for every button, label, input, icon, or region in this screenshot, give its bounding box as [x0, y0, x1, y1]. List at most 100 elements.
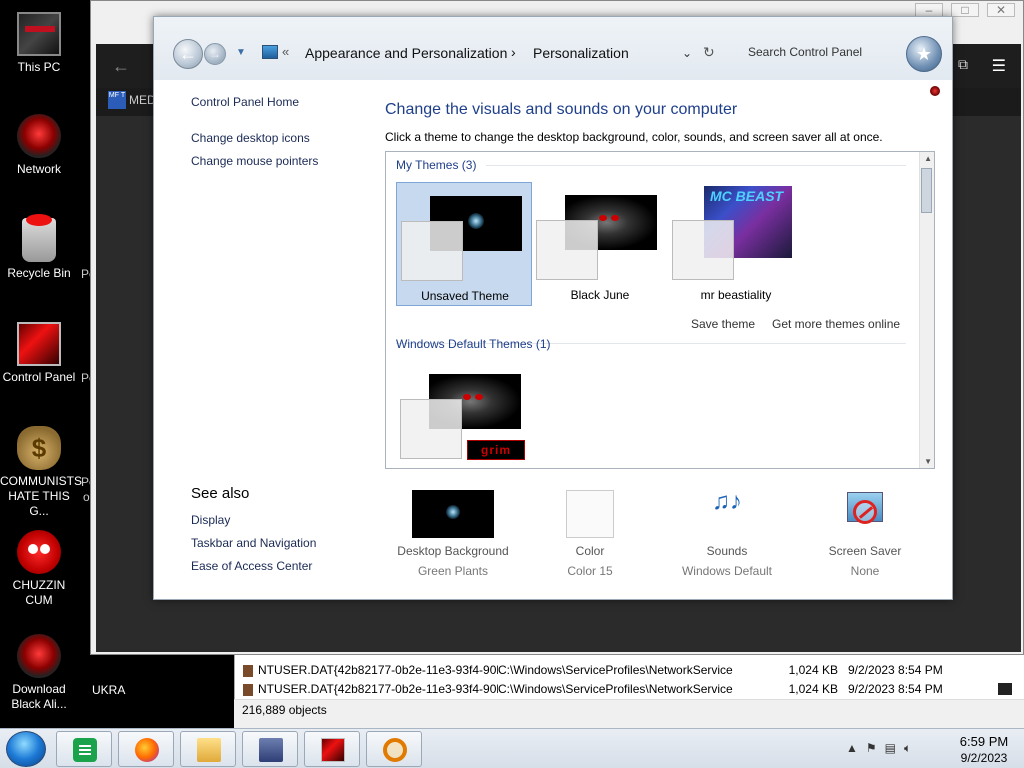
file-icon [243, 664, 253, 677]
theme-name: mr beastiality [700, 288, 772, 302]
scrollbar-thumb[interactable] [921, 168, 932, 213]
taskbar-navigation-link[interactable]: Taskbar and Navigation [191, 536, 316, 550]
maximize-icon[interactable]: □ [951, 3, 979, 17]
control-panel-address-area: ← → ▼ « Appearance and Personalization ›… [154, 17, 952, 80]
firefox-icon [135, 738, 159, 762]
theme-gallery-scrollbar[interactable]: ▲ ▼ [919, 152, 934, 468]
search-input[interactable]: Search Control Panel [748, 45, 862, 59]
setting-label: Color [575, 544, 605, 558]
control-panel-icon [17, 322, 61, 366]
details-view-icon[interactable] [998, 683, 1012, 695]
back-button[interactable]: ← [173, 39, 203, 69]
folder-icon [197, 738, 221, 762]
desktop-icon-label: Network [16, 162, 61, 176]
back-arrow-icon[interactable]: ← [112, 56, 130, 77]
setting-value: Color 15 [567, 564, 613, 578]
star-orb-icon[interactable]: ★ [906, 36, 942, 72]
menu-icon[interactable]: ☰ [992, 56, 1006, 76]
theme-unsaved[interactable]: Unsaved Theme [396, 182, 532, 306]
theme-name: Unsaved Theme [421, 289, 509, 303]
taskbar-firefox[interactable] [118, 731, 174, 767]
table-row[interactable]: NTUSER.DAT{42b82177-0b2e-11e3-93f4-90b..… [243, 682, 1003, 699]
file-size: 1,024 KB [788, 682, 838, 696]
setting-label: Sounds [706, 544, 748, 558]
save-theme-link[interactable]: Save theme [691, 317, 755, 331]
color-setting[interactable]: Color Color 15 [522, 490, 658, 578]
screen-saver-setting[interactable]: Screen Saver None [797, 490, 933, 578]
breadcrumb-separator[interactable]: › [511, 44, 516, 60]
no-symbol-icon [853, 500, 877, 524]
file-name: NTUSER.DAT{42b82177-0b2e-11e3-93f4-90b..… [258, 663, 498, 677]
default-themes-header: Windows Default Themes (1) [396, 337, 551, 351]
user-avatar[interactable] [930, 86, 940, 96]
forms-icon [73, 738, 97, 762]
chuzzle-icon [17, 530, 61, 574]
clock-time[interactable]: 6:59 PM [954, 734, 1014, 749]
theme-window-preview [401, 221, 463, 281]
address-dropdown-chevron-icon[interactable]: ⌄ [682, 46, 692, 60]
action-center-flag-icon[interactable]: ⚑ [866, 741, 877, 756]
clock-date[interactable]: 9/2/2023 [954, 751, 1014, 765]
breadcrumb-personalization[interactable]: Personalization [533, 45, 629, 61]
desktop-icon-communists[interactable]: $ COMMUNISTS HATE THIS G... [0, 426, 82, 519]
this-pc-icon [17, 12, 61, 56]
file-date: 9/2/2023 8:54 PM [848, 663, 943, 677]
sounds-icon: ♫♪ [712, 488, 742, 515]
explorer-status-text: 216,889 objects [242, 703, 327, 717]
desktop-icon-chuzzin[interactable]: CHUZZIN CUM [0, 530, 78, 608]
change-desktop-icons-link[interactable]: Change desktop icons [191, 131, 310, 145]
taskbar-search-app[interactable] [366, 731, 422, 767]
file-path: C:\Windows\ServiceProfiles\NetworkServic… [498, 663, 733, 677]
theme-window-preview [672, 220, 734, 280]
desktop-background-setting[interactable]: Desktop Background Green Plants [385, 490, 521, 578]
taskbar-control-panel[interactable] [304, 731, 360, 767]
refresh-icon[interactable]: ↻ [703, 44, 715, 61]
theme-black-june[interactable]: Black June [532, 182, 668, 306]
sounds-setting[interactable]: ♫♪ Sounds Windows Default [659, 488, 795, 579]
taskbar-file-explorer[interactable] [180, 731, 236, 767]
theme-mr-beastiality[interactable]: MC BEAST mr beastiality [668, 182, 804, 306]
minimize-icon[interactable]: – [915, 3, 943, 17]
desktop-icon-label: Download Black Ali... [11, 682, 67, 711]
start-button[interactable] [6, 731, 46, 767]
desktop-icon-download-black-ali[interactable]: Download Black Ali... [0, 634, 78, 712]
wallpaper-text: MC BEAST [710, 188, 784, 204]
network-icon [17, 114, 61, 158]
taskbar-forms-app[interactable] [56, 731, 112, 767]
tab-favicon: MF T [108, 91, 126, 109]
get-more-themes-link[interactable]: Get more themes online [772, 317, 900, 331]
theme-gallery: My Themes (3) Unsaved Theme Black June M… [385, 151, 935, 469]
breadcrumb-overflow[interactable]: « [282, 44, 289, 59]
display-link[interactable]: Display [191, 513, 230, 527]
forward-button[interactable]: → [204, 43, 226, 65]
see-also-heading: See also [191, 485, 250, 502]
desktop-icon-label: Recycle Bin [7, 266, 71, 280]
table-row[interactable]: NTUSER.DAT{42b82177-0b2e-11e3-93f4-90b..… [243, 663, 1003, 680]
desktop-icon-control-panel[interactable]: Control Panel [0, 322, 78, 385]
file-name: NTUSER.DAT{42b82177-0b2e-11e3-93f4-90b..… [258, 682, 498, 696]
breadcrumb-appearance[interactable]: Appearance and Personalization [305, 45, 507, 61]
desktop-icon-label: CHUZZIN CUM [12, 578, 66, 607]
desktop-icon-recycle-bin[interactable]: Recycle Bin [0, 214, 78, 281]
desktop-icon-this-pc[interactable]: This PC [0, 12, 78, 75]
scroll-up-arrow-icon[interactable]: ▲ [924, 154, 932, 163]
tray-expand-icon[interactable]: ▲ [846, 741, 858, 756]
money-bag-icon: $ [17, 426, 61, 470]
setting-value: None [850, 564, 880, 578]
recent-pages-chevron-icon[interactable]: ▼ [236, 47, 246, 58]
change-mouse-pointers-link[interactable]: Change mouse pointers [191, 154, 318, 168]
desktop-icon-label: COMMUNISTS HATE THIS G... [0, 474, 82, 518]
scroll-down-arrow-icon[interactable]: ▼ [924, 457, 932, 466]
volume-icon[interactable]: 🔈︎ [904, 741, 911, 756]
taskbar-card-app[interactable] [242, 731, 298, 767]
control-panel-home-link[interactable]: Control Panel Home [191, 95, 299, 109]
desktop-icon-label: This PC [17, 60, 61, 74]
close-icon[interactable]: ✕ [987, 3, 1015, 17]
background-tab-label[interactable]: MED [129, 93, 156, 107]
network-icon[interactable]: ▤ [885, 741, 896, 756]
ease-of-access-link[interactable]: Ease of Access Center [191, 559, 312, 573]
theme-windows-default[interactable]: grim [396, 361, 532, 468]
extensions-icon[interactable]: ⧉ [958, 56, 968, 73]
desktop-icon-network[interactable]: Network [0, 114, 78, 177]
background-window-caption: – □ ✕ [915, 3, 1015, 17]
